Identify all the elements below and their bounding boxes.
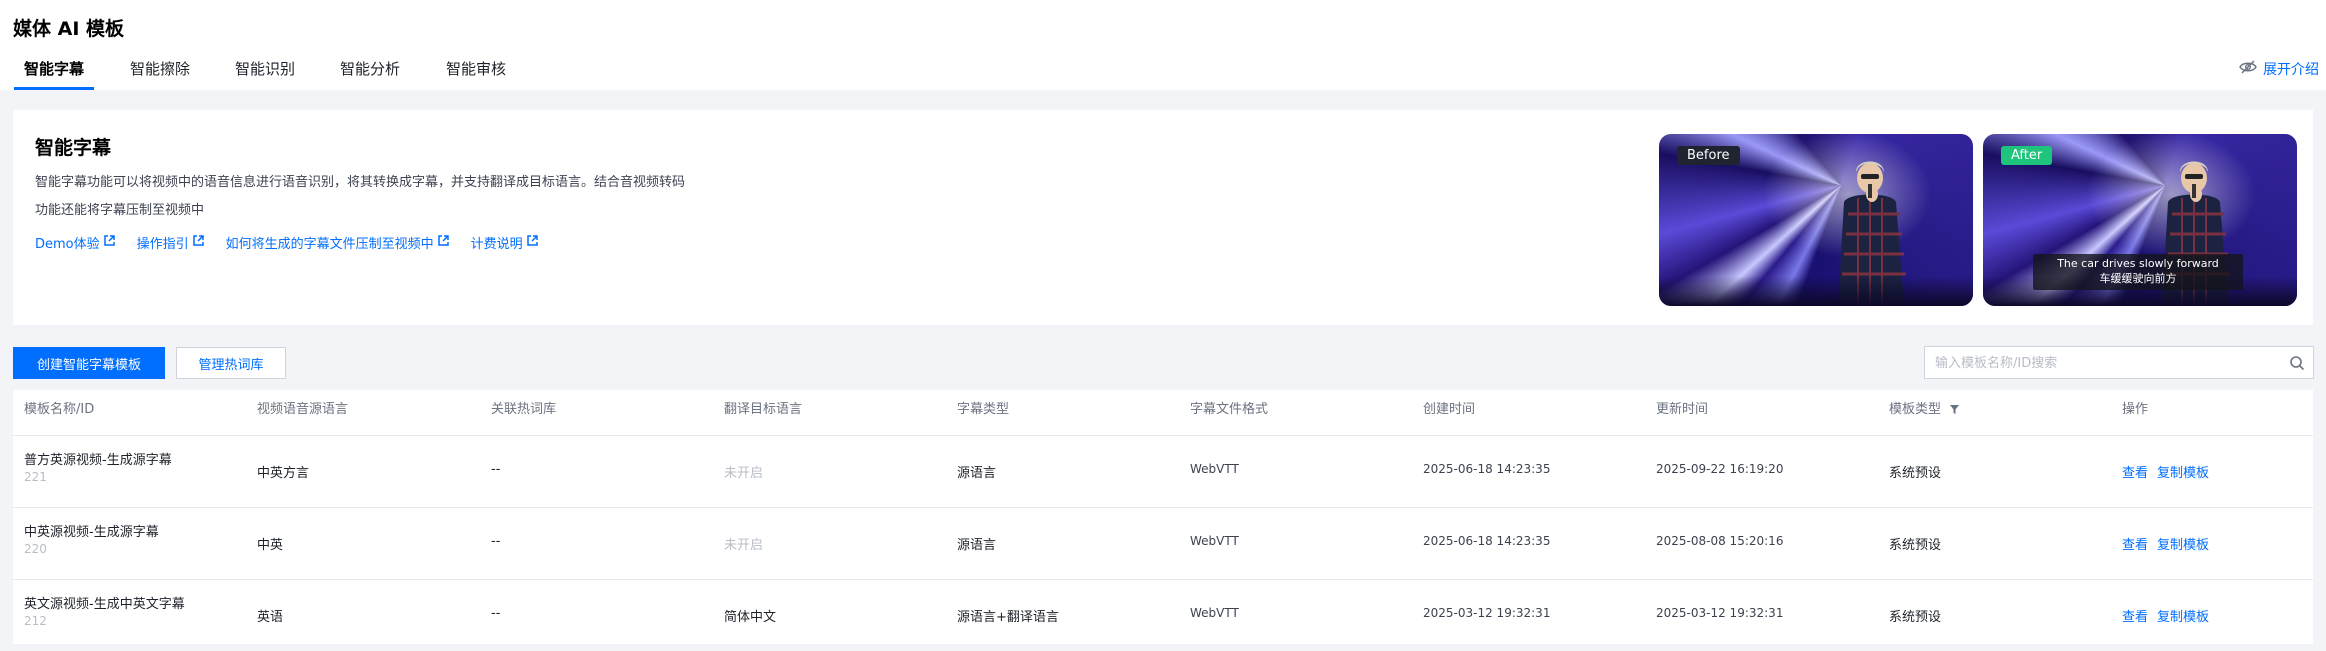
template-type-header[interactable]: 模板类型: [1889, 390, 1960, 430]
guide-link-label: 操作指引: [136, 237, 189, 252]
column-header: 模板名称/ID: [24, 402, 95, 417]
subtitle-format: WebVTT: [1190, 462, 1239, 476]
source-language: 英语: [257, 610, 284, 625]
stage-floor: [1659, 276, 1973, 306]
intro-title: 智能字幕: [35, 137, 112, 159]
template-id: 221: [24, 470, 47, 484]
updated-time: 2025-08-08 15:20:16: [1656, 534, 1784, 548]
tab-smart-erase[interactable]: 智能擦除: [130, 56, 190, 90]
view-button[interactable]: 查看: [2122, 534, 2148, 553]
filter-icon[interactable]: [1949, 404, 1960, 415]
billing-link[interactable]: 计费说明: [471, 233, 538, 252]
after-badge: After: [2001, 146, 2053, 165]
column-header: 翻译目标语言: [724, 402, 803, 417]
tab-smart-subtitle[interactable]: 智能字幕: [13, 56, 95, 90]
tab-bar: 智能字幕 智能擦除 智能识别 智能分析 智能审核: [0, 56, 1000, 90]
tab-smart-review[interactable]: 智能审核: [446, 56, 506, 90]
top-bar: 媒体 AI 模板 智能字幕 智能擦除 智能识别 智能分析 智能审核 展开介绍: [0, 0, 2326, 90]
copy-template-button[interactable]: 复制模板: [2157, 534, 2209, 553]
column-header: 操作: [2122, 402, 2149, 417]
demo-link-label: Demo体验: [35, 237, 100, 252]
intro-description-line: 功能还能将字幕压制至视频中: [35, 203, 205, 218]
table-row: 普方英源视频-生成源字幕 221 中英方言 -- 未开启 源语言 WebVTT …: [13, 436, 2313, 508]
billing-link-label: 计费说明: [470, 237, 523, 252]
template-type: 系统预设: [1889, 538, 1942, 553]
template-name: 普方英源视频-生成源字幕: [24, 453, 172, 468]
updated-time: 2025-03-12 19:32:31: [1656, 606, 1784, 620]
manage-hotwords-button[interactable]: 管理热词库: [176, 347, 286, 379]
column-header: 更新时间: [1656, 402, 1709, 417]
subtitle-chinese: 车缓缓驶向前方: [2099, 272, 2177, 285]
column-header: 创建时间: [1423, 402, 1476, 417]
preview-after-image: After The car drives slowly forward 车缓缓驶…: [1983, 134, 2297, 306]
external-link-icon: [103, 235, 115, 250]
expand-intro-button[interactable]: 展开介绍: [2239, 59, 2319, 79]
updated-time: 2025-09-22 16:19:20: [1656, 462, 1784, 476]
template-type: 系统预设: [1889, 466, 1942, 481]
tab-smart-recognition[interactable]: 智能识别: [235, 56, 295, 90]
table-row: 中英源视频-生成源字幕 220 中英 -- 未开启 源语言 WebVTT 202…: [13, 508, 2313, 580]
tab-smart-analysis[interactable]: 智能分析: [340, 56, 400, 90]
table-header: 模板名称/ID 视频语音源语言 关联热词库 翻译目标语言 字幕类型 字幕文件格式…: [13, 390, 2313, 436]
created-time: 2025-03-12 19:32:31: [1423, 606, 1551, 620]
expand-intro-label: 展开介绍: [2263, 62, 2319, 78]
column-header: 关联热词库: [491, 402, 557, 417]
subtitle-overlay: The car drives slowly forward 车缓缓驶向前方: [2033, 254, 2243, 290]
hotword-library: --: [491, 606, 501, 621]
demo-link[interactable]: Demo体验: [35, 233, 115, 252]
page-title: 媒体 AI 模板: [13, 18, 125, 40]
source-language: 中英: [257, 538, 284, 553]
template-id: 220: [24, 542, 47, 556]
subtitle-type: 源语言: [957, 538, 997, 553]
created-time: 2025-06-18 14:23:35: [1423, 534, 1551, 548]
table-row: 英文源视频-生成中英文字幕 212 英语 -- 简体中文 源语言+翻译语言 We…: [13, 580, 2313, 651]
create-template-button[interactable]: 创建智能字幕模板: [13, 347, 165, 379]
eye-off-icon: [2239, 60, 2257, 78]
target-language: 简体中文: [724, 610, 777, 625]
external-link-icon: [437, 235, 449, 250]
template-name: 英文源视频-生成中英文字幕: [24, 597, 185, 612]
created-time: 2025-06-18 14:23:35: [1423, 462, 1551, 476]
template-name: 中英源视频-生成源字幕: [24, 525, 159, 540]
view-button[interactable]: 查看: [2122, 606, 2148, 625]
burn-subtitle-link[interactable]: 如何将生成的字幕文件压制至视频中: [226, 233, 449, 252]
copy-template-button[interactable]: 复制模板: [2157, 606, 2209, 625]
subtitle-format: WebVTT: [1190, 606, 1239, 620]
intro-description-line: 智能字幕功能可以将视频中的语音信息进行语音识别，将其转换成字幕，并支持翻译成目标…: [35, 175, 686, 190]
search-icon[interactable]: [2289, 355, 2305, 371]
column-header: 字幕文件格式: [1190, 402, 1269, 417]
target-language: 未开启: [724, 538, 764, 553]
target-language: 未开启: [724, 466, 764, 481]
source-language: 中英方言: [257, 466, 310, 481]
column-header: 字幕类型: [957, 402, 1010, 417]
guide-link[interactable]: 操作指引: [137, 233, 204, 252]
external-link-icon: [192, 235, 204, 250]
preview-before-image: Before: [1659, 134, 1973, 306]
external-link-icon: [526, 235, 538, 250]
search-box: [1924, 346, 2314, 380]
copy-template-button[interactable]: 复制模板: [2157, 462, 2209, 481]
intro-description: 智能字幕功能可以将视频中的语音信息进行语音识别，将其转换成字幕，并支持翻译成目标…: [35, 169, 725, 225]
hotword-library: --: [491, 534, 501, 549]
before-badge: Before: [1677, 146, 1740, 165]
intro-card: 智能字幕 智能字幕功能可以将视频中的语音信息进行语音识别，将其转换成字幕，并支持…: [13, 110, 2313, 325]
burn-subtitle-link-label: 如何将生成的字幕文件压制至视频中: [225, 237, 434, 252]
subtitle-format: WebVTT: [1190, 534, 1239, 548]
template-type: 系统预设: [1889, 610, 1942, 625]
column-header-label: 模板类型: [1889, 402, 1942, 417]
subtitle-english: The car drives slowly forward: [2057, 257, 2219, 270]
template-id: 212: [24, 614, 47, 628]
hotword-library: --: [491, 462, 501, 477]
subtitle-type: 源语言: [957, 466, 997, 481]
search-input[interactable]: [1925, 347, 2277, 380]
column-header: 视频语音源语言: [257, 402, 349, 417]
view-button[interactable]: 查看: [2122, 462, 2148, 481]
subtitle-type: 源语言+翻译语言: [957, 610, 1059, 625]
intro-links: Demo体验 操作指引 如何将生成的字幕文件压制至视频中 计费说明: [35, 233, 538, 252]
template-table: 模板名称/ID 视频语音源语言 关联热词库 翻译目标语言 字幕类型 字幕文件格式…: [13, 390, 2313, 644]
